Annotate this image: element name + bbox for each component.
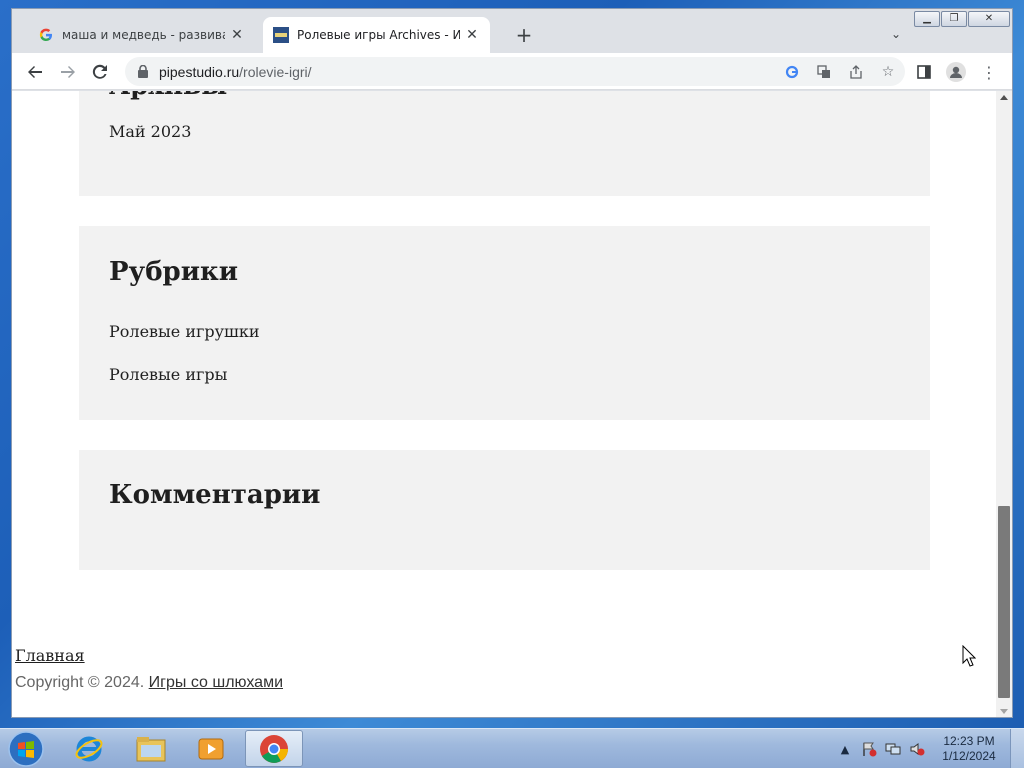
archives-heading: Архивы: [109, 91, 227, 101]
categories-heading: Рубрики: [109, 257, 239, 287]
reload-icon[interactable]: [87, 59, 113, 85]
chrome-icon[interactable]: [245, 730, 303, 767]
scrollbar-thumb[interactable]: [998, 506, 1010, 698]
profile-avatar-icon[interactable]: [943, 59, 969, 85]
footer-home-link[interactable]: Главная: [15, 646, 85, 665]
archive-link-may-2023[interactable]: Май 2023: [109, 122, 191, 141]
clock[interactable]: 12:23 PM 1/12/2024: [932, 734, 1006, 764]
bookmark-star-icon[interactable]: ☆: [875, 60, 901, 84]
system-tray: ▲ 12:23 PM 1/12/2024: [836, 729, 1024, 768]
tab-active[interactable]: Ролевые игры Archives - Игры с ✕: [263, 17, 490, 53]
side-panel-icon[interactable]: [911, 59, 937, 85]
pipestudio-favicon: [273, 27, 289, 43]
footer-copyright: Copyright © 2024. Игры со шлюхами: [15, 674, 283, 692]
back-icon[interactable]: [22, 59, 48, 85]
browser-toolbar: pipestudio.ru/rolevie-igri/ ☆ ⋮: [12, 53, 1012, 90]
footer-site-link[interactable]: Игры со шлюхами: [149, 674, 283, 691]
menu-kebab-icon[interactable]: ⋮: [976, 59, 1002, 85]
windows-logo-icon: [8, 731, 44, 767]
category-link-role-toys[interactable]: Ролевые игрушки: [109, 322, 260, 341]
google-lens-icon[interactable]: [779, 60, 805, 84]
mouse-cursor-icon: [962, 644, 977, 671]
tab-strip: маша и медведь - развивающие ✕ Ролевые и…: [12, 9, 1012, 53]
window-controls: ▁ ❐ ✕: [913, 11, 1010, 27]
clock-date: 1/12/2024: [942, 749, 996, 763]
url-text: pipestudio.ru/rolevie-igri/: [159, 64, 312, 80]
translate-icon[interactable]: [811, 60, 837, 84]
comments-widget: Комментарии: [79, 450, 930, 570]
scroll-down-arrow-icon[interactable]: [1000, 709, 1008, 714]
action-center-flag-icon[interactable]: [860, 740, 878, 758]
taskbar: ▲ 12:23 PM 1/12/2024: [0, 728, 1024, 768]
address-bar[interactable]: pipestudio.ru/rolevie-igri/ ☆: [125, 57, 905, 86]
restore-button[interactable]: ❐: [941, 11, 967, 27]
comments-heading: Комментарии: [109, 480, 321, 510]
browser-window: маша и медведь - развивающие ✕ Ролевые и…: [11, 8, 1013, 718]
tab-search-icon[interactable]: ⌄: [888, 27, 904, 43]
scroll-up-arrow-icon[interactable]: [1000, 95, 1008, 100]
tab-title: Ролевые игры Archives - Игры с: [297, 28, 460, 42]
close-window-button[interactable]: ✕: [968, 11, 1010, 27]
google-g-icon: [38, 27, 54, 43]
show-desktop-button[interactable]: [1010, 729, 1024, 768]
forward-icon[interactable]: [55, 59, 81, 85]
tab-close-icon[interactable]: ✕: [229, 27, 245, 43]
tab-inactive[interactable]: маша и медведь - развивающие ✕: [28, 17, 255, 53]
new-tab-button[interactable]: +: [512, 24, 536, 48]
page-scrollbar[interactable]: [996, 91, 1012, 717]
minimize-button[interactable]: ▁: [914, 11, 940, 27]
clock-time: 12:23 PM: [943, 734, 995, 748]
start-button[interactable]: [4, 731, 48, 767]
internet-explorer-icon[interactable]: [60, 730, 118, 767]
volume-muted-icon[interactable]: [908, 740, 926, 758]
share-icon[interactable]: [843, 60, 869, 84]
url-path: /rolevie-igri/: [239, 63, 312, 80]
omnibox-actions: ☆: [779, 60, 901, 84]
copyright-text: Copyright © 2024.: [15, 674, 145, 691]
tab-close-icon[interactable]: ✕: [464, 27, 480, 43]
network-icon[interactable]: [884, 740, 902, 758]
url-host: pipestudio.ru: [159, 63, 240, 80]
category-link-role-games[interactable]: Ролевые игры: [109, 365, 227, 384]
tab-title: маша и медведь - развивающие: [62, 28, 225, 42]
media-player-icon[interactable]: [182, 730, 240, 767]
file-explorer-icon[interactable]: [122, 730, 180, 767]
archives-widget: Архивы Май 2023: [79, 91, 930, 196]
lock-icon[interactable]: [135, 65, 151, 78]
page-viewport: Архивы Май 2023 Рубрики Ролевые игрушки …: [12, 91, 996, 717]
categories-widget: Рубрики Ролевые игрушки Ролевые игры: [79, 226, 930, 420]
show-hidden-icons-arrow-icon[interactable]: ▲: [836, 740, 854, 758]
